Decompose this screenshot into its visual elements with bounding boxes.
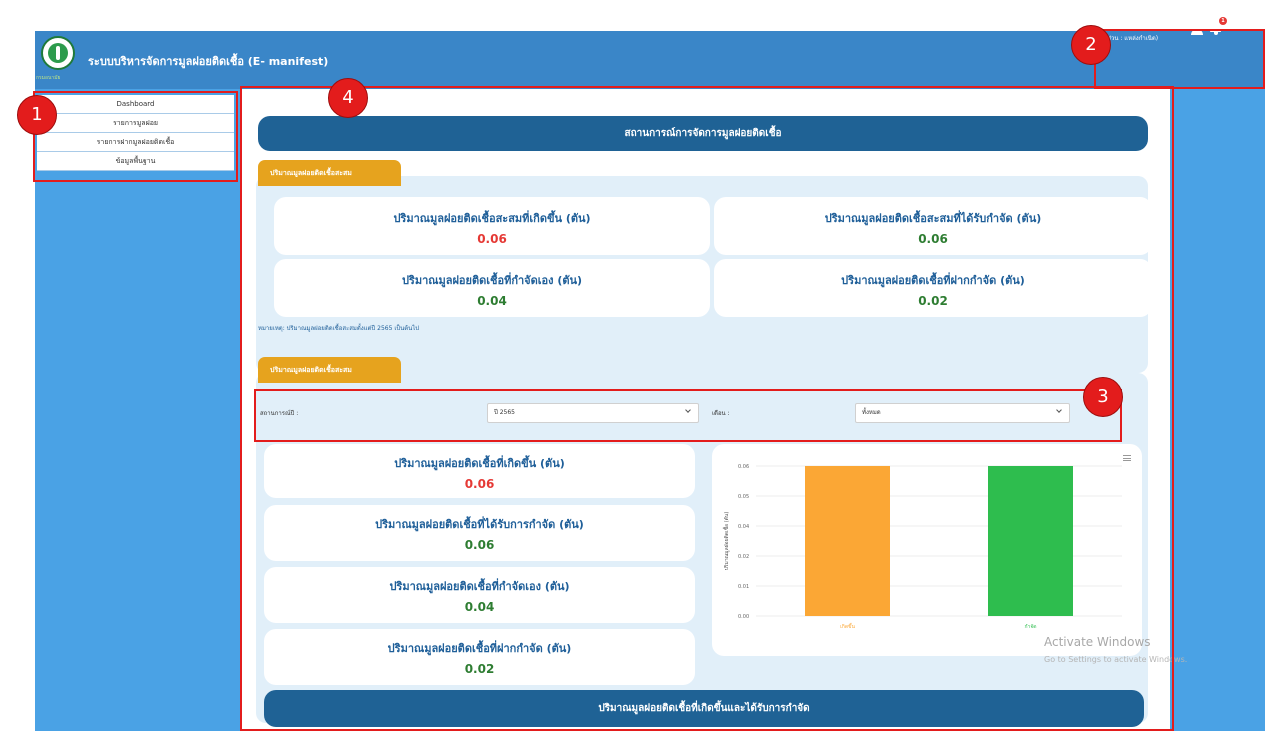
app-root: กรมอนามัย ระบบบริหารจัดการมูลฝอยติดเชื้อ… (0, 0, 1265, 731)
logo-caption: กรมอนามัย (36, 75, 61, 81)
department-logo-icon (41, 36, 75, 70)
annotation-box-1 (33, 91, 238, 182)
app-title: ระบบบริหารจัดการมูลฝอยติดเชื้อ (E- manif… (88, 55, 329, 68)
notification-badge: 1 (1219, 17, 1227, 25)
sidebar (35, 89, 240, 731)
annotation-marker-1: 1 (17, 95, 57, 135)
annotation-marker-4: 4 (328, 78, 368, 118)
annotation-box-4 (240, 86, 1174, 731)
annotation-box-2 (1094, 29, 1265, 89)
right-background-strip (1170, 89, 1265, 731)
annotation-marker-2: 2 (1071, 25, 1111, 65)
user-role: STAFF (1105, 21, 1130, 29)
annotation-marker-3: 3 (1083, 377, 1123, 417)
